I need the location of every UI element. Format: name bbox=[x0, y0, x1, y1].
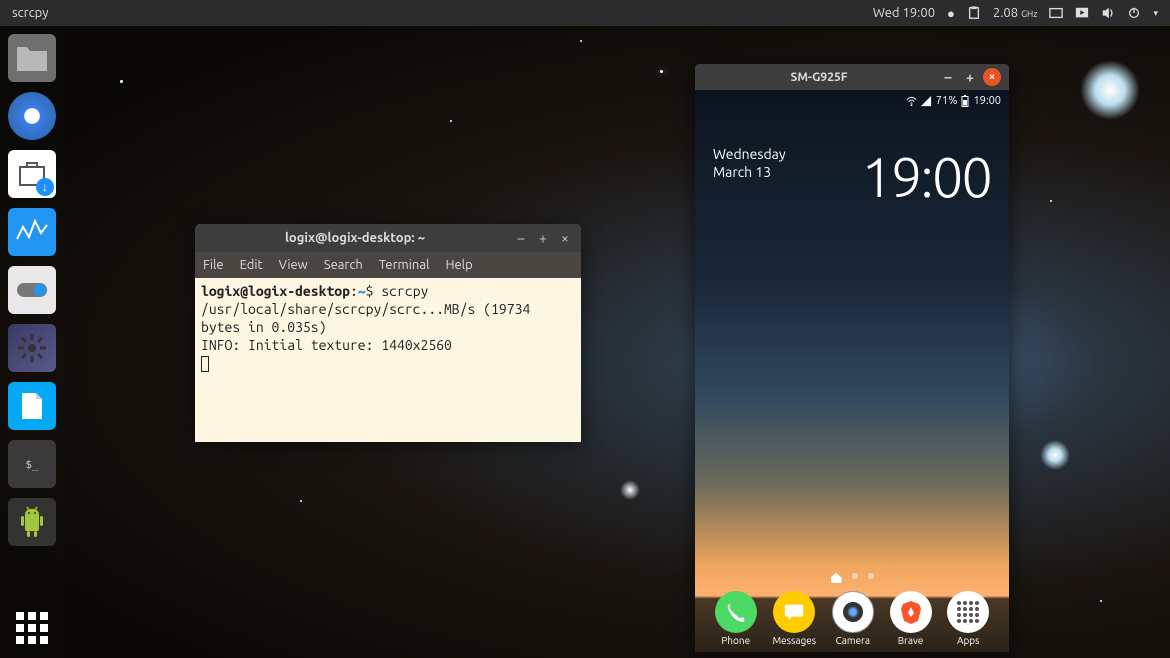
menu-help[interactable]: Help bbox=[445, 256, 472, 274]
maximize-button[interactable]: + bbox=[961, 68, 979, 86]
terminal-window: logix@logix-desktop: ~ – + × File Edit V… bbox=[195, 224, 581, 442]
power-icon[interactable] bbox=[1127, 6, 1141, 20]
battery-percent: 71% bbox=[936, 95, 958, 107]
launcher-dock: ↓ $_ bbox=[0, 26, 64, 658]
status-time: 19:00 bbox=[973, 95, 1001, 107]
app-label: Brave bbox=[898, 635, 924, 646]
home-page-dot[interactable] bbox=[831, 573, 842, 583]
wifi-icon bbox=[906, 96, 917, 107]
app-label: Apps bbox=[957, 635, 980, 646]
terminal-command: scrcpy bbox=[381, 283, 428, 299]
dock-item-browser[interactable] bbox=[8, 92, 56, 140]
workspace-icon[interactable] bbox=[1049, 6, 1063, 20]
show-apps-button[interactable] bbox=[16, 612, 48, 644]
phone-dock: Phone Messages Camera Brave Apps bbox=[695, 591, 1009, 646]
widget-day: Wednesday bbox=[713, 145, 786, 163]
dock-app-phone[interactable]: Phone bbox=[715, 591, 757, 646]
terminal-title: logix@logix-desktop: ~ bbox=[203, 229, 507, 247]
widget-clock: 19:00 bbox=[861, 145, 991, 208]
clock-indicator[interactable]: Wed 19:00 bbox=[873, 6, 935, 20]
terminal-menubar: File Edit View Search Terminal Help bbox=[195, 252, 581, 278]
cpu-indicator[interactable]: 2.08 GHz bbox=[993, 6, 1038, 20]
page-indicator[interactable] bbox=[695, 573, 1009, 583]
minimize-button[interactable]: – bbox=[939, 68, 957, 86]
maximize-button[interactable]: + bbox=[535, 229, 551, 247]
page-dot[interactable] bbox=[868, 573, 874, 579]
dock-item-settings[interactable] bbox=[8, 266, 56, 314]
dock-app-apps[interactable]: Apps bbox=[947, 591, 989, 646]
screen-icon[interactable] bbox=[1075, 6, 1089, 20]
menu-edit[interactable]: Edit bbox=[240, 256, 263, 274]
prompt-user: logix@logix-desktop bbox=[201, 283, 350, 299]
dock-item-android[interactable] bbox=[8, 498, 56, 546]
clock-widget[interactable]: Wednesday March 13 19:00 bbox=[695, 145, 1009, 208]
close-button[interactable]: × bbox=[983, 68, 1001, 86]
terminal-output-line: INFO: Initial texture: 1440x2560 bbox=[201, 337, 452, 353]
system-indicators[interactable]: Wed 19:00 ● 2.08 GHz ▾ bbox=[873, 6, 1158, 21]
menu-file[interactable]: File bbox=[203, 256, 224, 274]
dock-app-messages[interactable]: Messages bbox=[772, 591, 816, 646]
clock-dot: ● bbox=[947, 6, 955, 21]
dock-app-camera[interactable]: Camera bbox=[832, 591, 874, 646]
clipboard-icon[interactable] bbox=[967, 6, 981, 20]
signal-icon bbox=[921, 96, 932, 107]
menu-search[interactable]: Search bbox=[324, 256, 363, 274]
widget-date: March 13 bbox=[713, 163, 786, 181]
dock-item-shutter[interactable] bbox=[8, 324, 56, 372]
prompt-path: ~ bbox=[358, 283, 366, 299]
phone-screen[interactable]: 71% 19:00 Wednesday March 13 19:00 Phone… bbox=[695, 90, 1009, 652]
dock-item-files[interactable] bbox=[8, 34, 56, 82]
terminal-titlebar[interactable]: logix@logix-desktop: ~ – + × bbox=[195, 224, 581, 252]
scrcpy-window: SM-G925F – + × 71% 19:00 Wednesday March… bbox=[695, 64, 1009, 652]
minimize-button[interactable]: – bbox=[513, 229, 529, 247]
app-label: Camera bbox=[836, 635, 870, 646]
dock-item-software[interactable]: ↓ bbox=[8, 150, 56, 198]
app-label: Messages bbox=[772, 635, 816, 646]
dock-item-terminal[interactable]: $_ bbox=[8, 440, 56, 488]
top-bar: scrcpy Wed 19:00 ● 2.08 GHz ▾ bbox=[0, 0, 1170, 26]
dock-app-brave[interactable]: Brave bbox=[890, 591, 932, 646]
terminal-body[interactable]: logix@logix-desktop:~$ scrcpy /usr/local… bbox=[195, 278, 581, 442]
volume-icon[interactable] bbox=[1101, 6, 1115, 20]
active-app-name: scrcpy bbox=[12, 6, 49, 20]
dock-item-document[interactable] bbox=[8, 382, 56, 430]
scrcpy-titlebar[interactable]: SM-G925F – + × bbox=[695, 64, 1009, 90]
menu-view[interactable]: View bbox=[279, 256, 308, 274]
scrcpy-title: SM-G925F bbox=[703, 71, 935, 84]
terminal-output-line: /usr/local/share/scrcpy/scrc...MB/s (197… bbox=[201, 301, 530, 335]
terminal-cursor bbox=[201, 356, 209, 372]
phone-status-bar[interactable]: 71% 19:00 bbox=[695, 90, 1009, 112]
chevron-down-icon[interactable]: ▾ bbox=[1153, 8, 1158, 19]
page-dot[interactable] bbox=[852, 573, 858, 579]
close-button[interactable]: × bbox=[557, 229, 573, 247]
dock-item-system-monitor[interactable] bbox=[8, 208, 56, 256]
app-label: Phone bbox=[721, 635, 750, 646]
menu-terminal[interactable]: Terminal bbox=[379, 256, 430, 274]
battery-icon bbox=[961, 95, 969, 107]
